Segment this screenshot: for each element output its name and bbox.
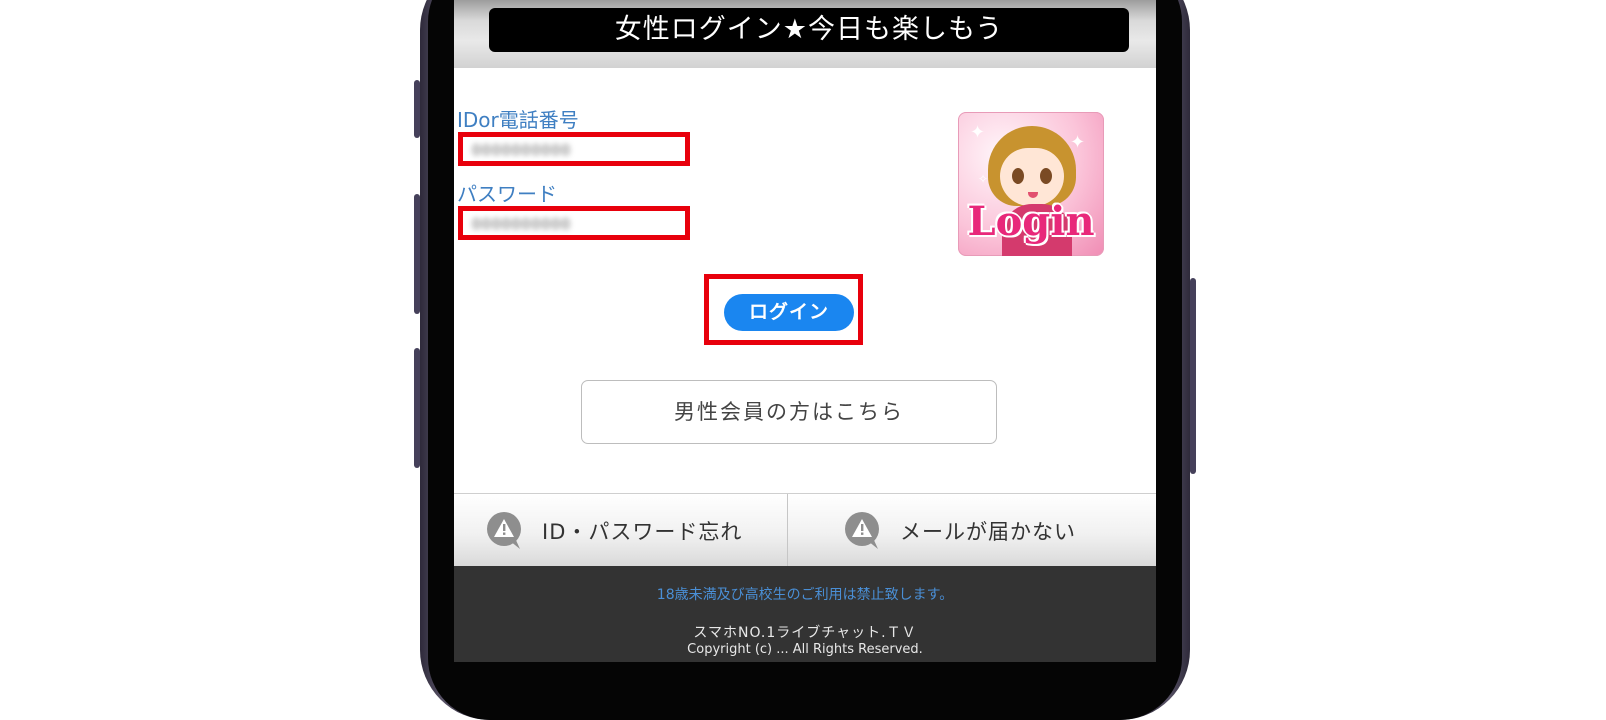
password-input-value: 0000000000 [472,217,572,233]
phone-volume-down-button [414,348,420,468]
id-input-value: 0000000000 [472,143,572,159]
sparkle-icon: ✧ [978,172,989,186]
help-bar-divider [787,494,788,567]
sparkle-icon: ✦ [970,122,986,143]
login-button[interactable]: ログイン [724,294,854,331]
id-input[interactable]: 0000000000 [458,132,690,166]
warning-chat-icon [487,511,521,549]
phone-screen: 女性ログイン★今日も楽しもう IDor電話番号 0000000000 パスワード… [454,0,1156,662]
phone-volume-up-button [414,194,420,314]
footer: 18歳未満及び高校生のご利用は禁止致します。 スマホNO.1ライブチャット.ＴＶ… [454,566,1156,662]
password-input[interactable]: 0000000000 [458,206,690,240]
help-bar: ID・パスワード忘れ メールが届かない [454,493,1156,567]
header-bar: 女性ログイン★今日も楽しもう [454,0,1156,68]
mascot-eye [1012,168,1024,184]
login-mascot-image: ✦ ✦ ✧ Login [958,112,1104,256]
forgot-id-password-link[interactable]: ID・パスワード忘れ [484,494,784,567]
mascot-eye [1040,168,1052,184]
sparkle-icon: ✦ [1070,132,1086,153]
phone-power-button [1190,278,1196,474]
mail-not-received-label: メールが届かない [900,519,1076,544]
male-member-link-button[interactable]: 男性会員の方はこちら [581,380,997,444]
warning-chat-icon [845,511,879,549]
forgot-id-password-label: ID・パスワード忘れ [542,519,743,544]
id-field-label: IDor電話番号 [457,108,579,132]
age-restriction-notice: 18歳未満及び高校生のご利用は禁止致します。 [656,587,954,603]
footer-brand: スマホNO.1ライブチャット.ＴＶ [693,625,917,641]
login-image-text: Login [967,198,1095,245]
footer-copyright: Copyright (c) ... All Rights Reserved. [687,642,923,657]
page-title: 女性ログイン★今日も楽しもう [489,8,1129,52]
phone-side-button [414,80,420,138]
mail-not-received-link[interactable]: メールが届かない [842,494,1142,567]
password-field-label: パスワード [457,182,557,206]
